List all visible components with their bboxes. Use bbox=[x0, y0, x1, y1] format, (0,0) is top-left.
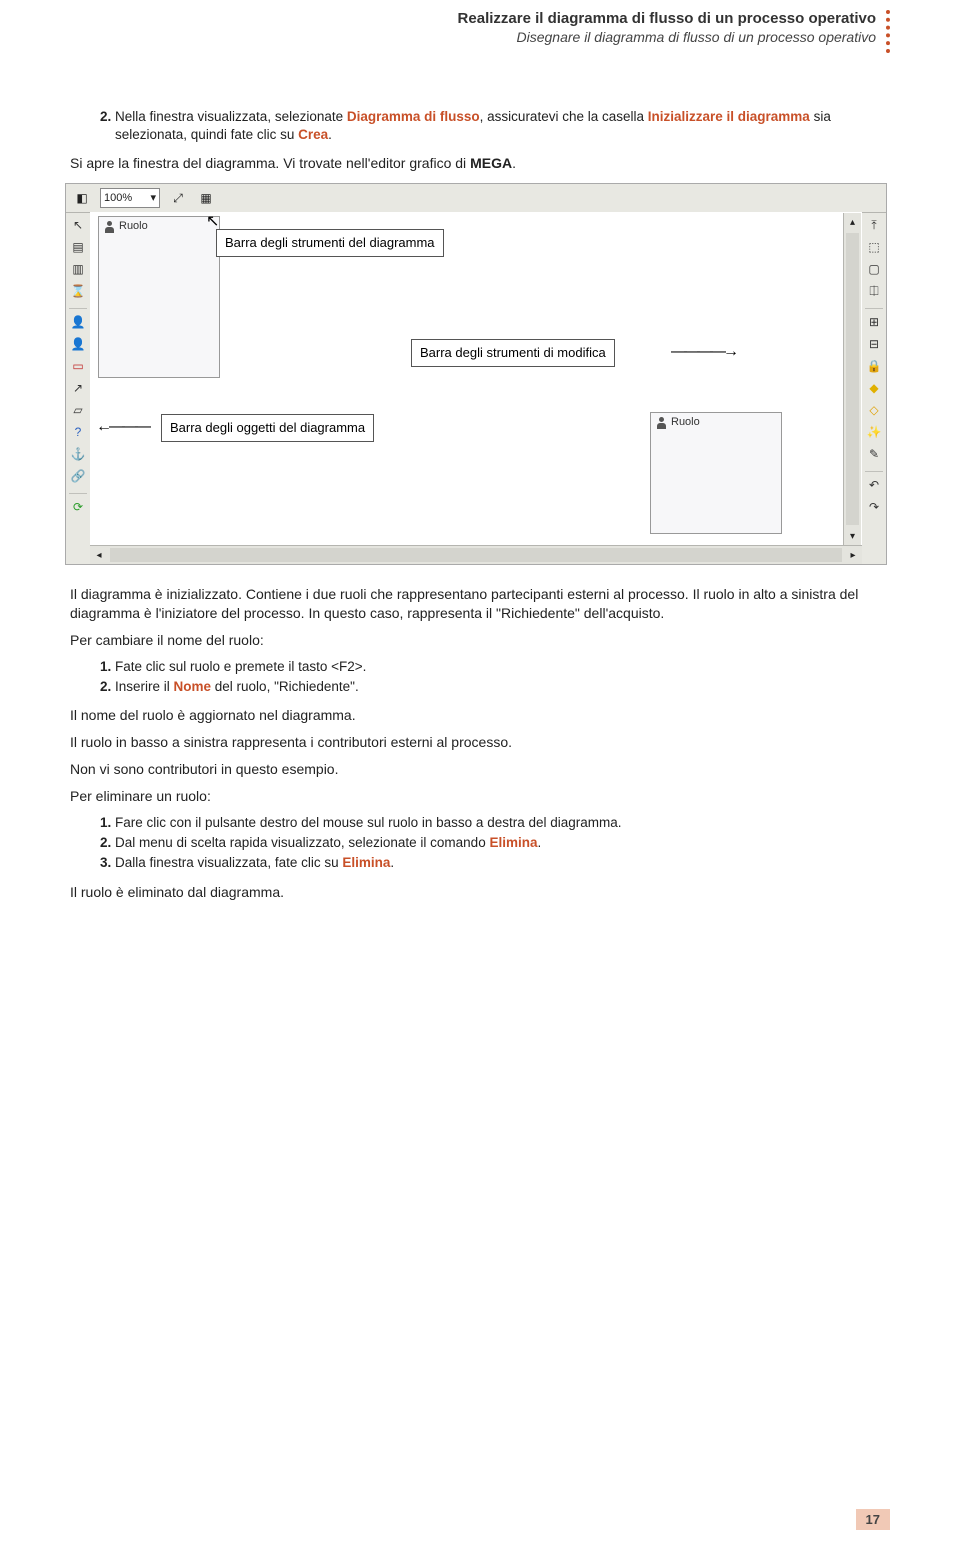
role-label: Ruolo bbox=[105, 219, 148, 234]
question-icon[interactable]: ? bbox=[69, 423, 87, 441]
delete-step-2c: . bbox=[537, 835, 541, 850]
page-header: Realizzare il diagramma di flusso di un … bbox=[70, 10, 890, 53]
role-text: Ruolo bbox=[671, 415, 700, 430]
intro-line-a: Si apre la finestra del diagramma. Vi tr… bbox=[70, 155, 470, 171]
separator bbox=[69, 489, 87, 494]
parallelogram-icon[interactable]: ▱ bbox=[69, 401, 87, 419]
send-back-icon[interactable]: ▢ bbox=[865, 260, 883, 278]
mid-l1: Il nome del ruolo è aggiornato nel diagr… bbox=[70, 706, 890, 725]
delete-step-2b: Elimina bbox=[489, 835, 537, 850]
role-top-left[interactable]: Ruolo bbox=[98, 216, 220, 378]
intro-line-c: . bbox=[512, 155, 516, 171]
list-icon[interactable]: ▥ bbox=[69, 260, 87, 278]
bring-front-icon[interactable]: ⬚ bbox=[865, 238, 883, 256]
role-label: Ruolo bbox=[657, 415, 700, 430]
horizontal-scrollbar[interactable]: ◂ ▸ bbox=[90, 545, 862, 564]
hourglass-icon[interactable]: ⌛ bbox=[69, 282, 87, 300]
vertical-scrollbar[interactable]: ▴ ▾ bbox=[843, 213, 861, 545]
callout-objects: Barra degli oggetti del diagramma bbox=[161, 414, 374, 442]
zoom-value: 100% bbox=[104, 190, 132, 206]
refresh-icon[interactable]: ⟳ bbox=[69, 498, 87, 516]
intro-step2-crea: Crea bbox=[298, 127, 328, 142]
callout-modify: Barra degli strumenti di modifica bbox=[411, 339, 615, 367]
person-icon bbox=[657, 417, 667, 429]
arrow-icon: ←——— bbox=[96, 419, 148, 435]
chevron-down-icon: ▾ bbox=[150, 190, 156, 206]
separator bbox=[69, 304, 87, 309]
line-color-icon[interactable]: ◇ bbox=[865, 401, 883, 419]
person-green-icon[interactable]: 👤 bbox=[69, 335, 87, 353]
editor-top-toolbar: ◧ 100% ▾ ⤢ ▦ bbox=[66, 184, 886, 213]
grid-icon[interactable]: ▤ bbox=[69, 238, 87, 256]
para-change-role: Per cambiare il nome del ruolo: bbox=[70, 631, 890, 650]
callout-toolbar: Barra degli strumenti del diagramma bbox=[216, 229, 444, 257]
change-step-2a: Inserire il bbox=[115, 679, 174, 694]
pointer-icon[interactable]: ↖ bbox=[69, 216, 87, 234]
scroll-thumb[interactable] bbox=[846, 233, 859, 525]
role-text: Ruolo bbox=[119, 219, 148, 234]
link-icon[interactable]: 🔗 bbox=[69, 467, 87, 485]
editor-icon[interactable]: ◧ bbox=[72, 188, 92, 208]
intro-step2-b: , assicuratevi che la casella bbox=[480, 109, 648, 124]
delete-step-3a: Dalla finestra visualizzata, fate clic s… bbox=[115, 855, 342, 870]
intro-step2-d: . bbox=[328, 127, 332, 142]
group-icon[interactable]: ⊞ bbox=[865, 313, 883, 331]
dist-icon[interactable]: ⎅ bbox=[865, 282, 883, 300]
end-line: Il ruolo è eliminato dal diagramma. bbox=[70, 883, 890, 902]
person-icon bbox=[105, 221, 115, 233]
delete-role-steps: Fare clic con il pulsante destro del mou… bbox=[70, 814, 890, 873]
diagram-editor: ◧ 100% ▾ ⤢ ▦ ↖ ▤ ▥ ⌛ 👤 👤 ▭ ↗ ▱ ? bbox=[65, 183, 887, 565]
align-top-icon[interactable]: ⤒ bbox=[865, 216, 883, 234]
scroll-right-icon[interactable]: ▸ bbox=[844, 546, 862, 564]
diagram-canvas[interactable]: Ruolo Ruolo bbox=[90, 212, 862, 546]
redo-icon[interactable]: ↷ bbox=[865, 498, 883, 516]
change-step-1: Fate clic sul ruolo e premete il tasto <… bbox=[115, 659, 366, 674]
pencil-icon[interactable]: ✎ bbox=[865, 445, 883, 463]
role-bottom-right[interactable]: Ruolo bbox=[650, 412, 782, 534]
mid-l4: Per eliminare un ruolo: bbox=[70, 787, 890, 806]
delete-step-1: Fare clic con il pulsante destro del mou… bbox=[115, 815, 622, 830]
separator bbox=[865, 304, 883, 309]
grid-button[interactable]: ▦ bbox=[196, 188, 216, 208]
header-subtitle: Disegnare il diagramma di flusso di un p… bbox=[70, 29, 876, 45]
mid-l2: Il ruolo in basso a sinistra rappresenta… bbox=[70, 733, 890, 752]
arrow-icon: ↖ bbox=[206, 214, 219, 230]
undo-icon[interactable]: ↶ bbox=[865, 476, 883, 494]
para-diagram-init: Il diagramma è inizializzato. Contiene i… bbox=[70, 585, 890, 623]
magic-icon[interactable]: ✨ bbox=[865, 423, 883, 441]
rect-red-icon[interactable]: ▭ bbox=[69, 357, 87, 375]
delete-step-3b: Elimina bbox=[342, 855, 390, 870]
scroll-thumb[interactable] bbox=[110, 548, 842, 562]
lock-icon[interactable]: 🔒 bbox=[865, 357, 883, 375]
change-step-2c: del ruolo, "Richiedente". bbox=[211, 679, 359, 694]
person-blue-icon[interactable]: 👤 bbox=[69, 313, 87, 331]
right-modify-toolbar: ⤒ ⬚ ▢ ⎅ ⊞ ⊟ 🔒 ◆ ◇ ✨ ✎ ↶ ↷ bbox=[861, 212, 886, 546]
intro-step2-a: Nella finestra visualizzata, selezionate bbox=[115, 109, 347, 124]
anchor-icon[interactable]: ⚓ bbox=[69, 445, 87, 463]
delete-step-2a: Dal menu di scelta rapida visualizzato, … bbox=[115, 835, 489, 850]
ungroup-icon[interactable]: ⊟ bbox=[865, 335, 883, 353]
fill-color-icon[interactable]: ◆ bbox=[865, 379, 883, 397]
connector-icon[interactable]: ↗ bbox=[69, 379, 87, 397]
mid-l3: Non vi sono contributori in questo esemp… bbox=[70, 760, 890, 779]
intro-line-mega: MEGA bbox=[470, 155, 512, 171]
scroll-up-icon[interactable]: ▴ bbox=[844, 213, 861, 231]
delete-step-3c: . bbox=[390, 855, 394, 870]
zoom-fit-button[interactable]: ⤢ bbox=[168, 188, 188, 208]
page-number: 17 bbox=[856, 1509, 890, 1530]
scroll-down-icon[interactable]: ▾ bbox=[844, 527, 861, 545]
change-step-2b: Nome bbox=[174, 679, 212, 694]
header-title: Realizzare il diagramma di flusso di un … bbox=[70, 10, 876, 27]
scroll-left-icon[interactable]: ◂ bbox=[90, 546, 108, 564]
zoom-combo[interactable]: 100% ▾ bbox=[100, 188, 160, 208]
intro-step2-init: Inizializzare il diagramma bbox=[648, 109, 810, 124]
intro-steps: Nella finestra visualizzata, selezionate… bbox=[70, 108, 890, 144]
change-role-steps: Fate clic sul ruolo e premete il tasto <… bbox=[70, 658, 890, 696]
arrow-icon: ————→ bbox=[671, 344, 736, 360]
intro-step2-diagram: Diagramma di flusso bbox=[347, 109, 480, 124]
left-object-toolbar: ↖ ▤ ▥ ⌛ 👤 👤 ▭ ↗ ▱ ? ⚓ 🔗 ⟳ bbox=[66, 212, 91, 546]
separator bbox=[865, 467, 883, 472]
